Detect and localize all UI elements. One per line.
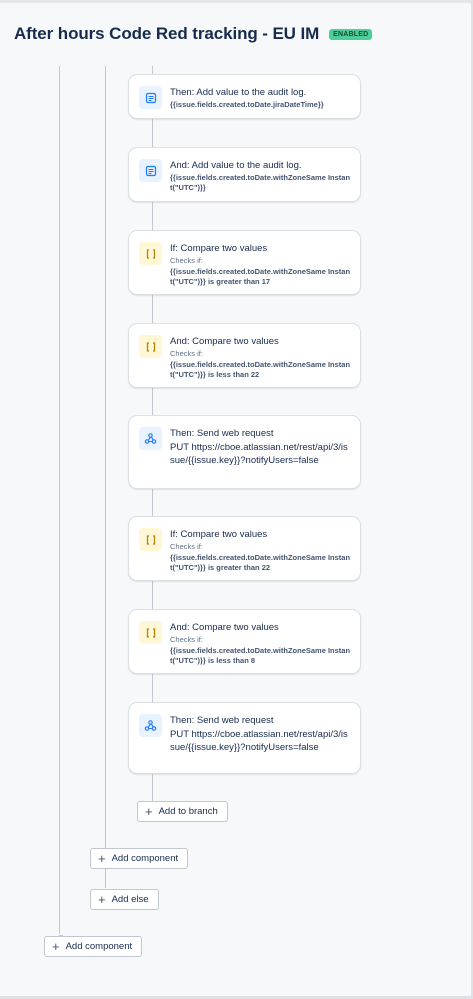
- rule-header: After hours Code Red tracking - EU IM EN…: [14, 24, 373, 44]
- add-to-branch-label: Add to branch: [158, 806, 218, 817]
- card-title: And: Compare two values: [170, 622, 279, 633]
- add-component-label: Add component: [65, 941, 133, 952]
- card-detail: PUT https://cboe.atlassian.net/rest/api/…: [170, 729, 348, 753]
- condition-card-compare[interactable]: If: Compare two values Checks if: {{issu…: [128, 516, 361, 581]
- card-subtitle: Checks if:: [170, 256, 203, 265]
- card-title: If: Compare two values: [170, 529, 268, 540]
- webhook-icon: [139, 714, 162, 737]
- compare-icon: [139, 242, 162, 265]
- card-subtitle: Checks if:: [170, 349, 203, 358]
- card-subtitle: Checks if:: [170, 542, 203, 551]
- add-else-label: Add else: [111, 894, 149, 905]
- card-detail: {{issue.fields.created.toDate.jiraDateTi…: [170, 100, 324, 109]
- condition-card-compare[interactable]: If: Compare two values Checks if: {{issu…: [128, 230, 361, 295]
- card-title: If: Compare two values: [170, 243, 268, 254]
- card-subtitle: Checks if:: [170, 635, 203, 644]
- card-detail: {{issue.fields.created.toDate.withZoneSa…: [170, 646, 351, 665]
- audit-log-icon: [139, 159, 162, 182]
- condition-card-compare[interactable]: And: Compare two values Checks if: {{iss…: [128, 323, 361, 388]
- card-title: And: Compare two values: [170, 336, 279, 347]
- webhook-icon: [139, 427, 162, 450]
- plus-icon: +: [98, 892, 106, 907]
- card-title: Then: Send web request: [170, 428, 274, 439]
- action-card-web-request[interactable]: Then: Send web request PUT https://cboe.…: [128, 702, 361, 774]
- compare-icon: [139, 621, 162, 644]
- rule-title: After hours Code Red tracking - EU IM: [14, 24, 320, 43]
- plus-icon: +: [145, 804, 153, 819]
- inner-branch-line: [105, 66, 106, 888]
- plus-icon: +: [52, 939, 60, 954]
- add-else-button[interactable]: + Add else: [90, 889, 159, 910]
- status-badge: ENABLED: [329, 28, 373, 40]
- action-card-audit-log[interactable]: Then: Add value to the audit log. {{issu…: [128, 74, 361, 119]
- card-detail: PUT https://cboe.atlassian.net/rest/api/…: [170, 442, 348, 466]
- add-component-label: Add component: [111, 853, 179, 864]
- action-card-web-request[interactable]: Then: Send web request PUT https://cboe.…: [128, 415, 361, 489]
- card-detail: {{issue.fields.created.toDate.withZoneSa…: [170, 173, 351, 192]
- card-detail: {{issue.fields.created.toDate.withZoneSa…: [170, 267, 351, 286]
- card-title: And: Add value to the audit log.: [170, 160, 302, 171]
- top-border: [0, 0, 473, 3]
- add-component-button[interactable]: + Add component: [90, 848, 189, 869]
- compare-icon: [139, 528, 162, 551]
- card-title: Then: Send web request: [170, 715, 274, 726]
- add-component-button-outer[interactable]: + Add component: [44, 936, 143, 957]
- plus-icon: +: [98, 851, 106, 866]
- action-card-audit-log[interactable]: And: Add value to the audit log. {{issue…: [128, 147, 361, 202]
- card-detail: {{issue.fields.created.toDate.withZoneSa…: [170, 360, 351, 379]
- compare-icon: [139, 335, 162, 358]
- condition-card-compare[interactable]: And: Compare two values Checks if: {{iss…: [128, 609, 361, 674]
- outer-branch-line: [59, 66, 60, 934]
- add-to-branch-button[interactable]: + Add to branch: [137, 801, 228, 822]
- audit-log-icon: [139, 86, 162, 109]
- card-detail: {{issue.fields.created.toDate.withZoneSa…: [170, 553, 351, 572]
- card-title: Then: Add value to the audit log.: [170, 87, 307, 98]
